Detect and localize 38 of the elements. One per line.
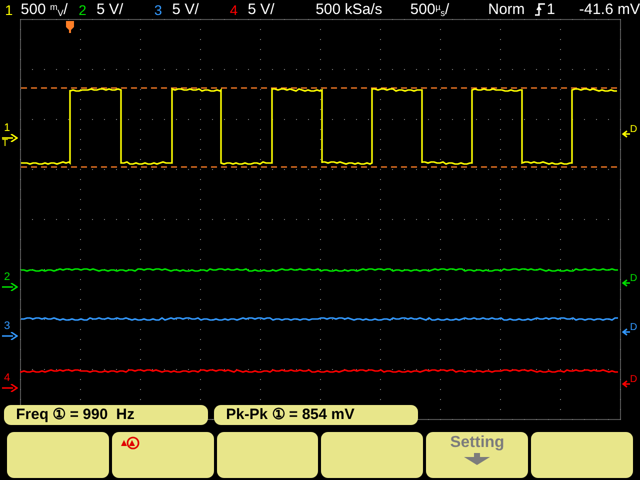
timebase: 500$^{µ}$$_{s}$/	[410, 2, 450, 17]
trigger-source: 1	[546, 2, 556, 17]
channel-number[interactable]: 1	[5, 2, 13, 16]
channel-marker[interactable]: 1	[4, 123, 10, 134]
arrow-right-icon	[2, 384, 18, 392]
sample-rate: 500 kSa/s	[316, 2, 384, 17]
softkey[interactable]	[112, 432, 214, 478]
trigger-level-marker[interactable]: T	[2, 139, 8, 149]
channel-scale: 5 V/	[248, 2, 276, 17]
coupling-label: D	[630, 375, 638, 385]
measurement-readout: Freq ① = 990 Hz	[4, 405, 208, 425]
channel-number[interactable]: 4	[230, 2, 238, 16]
coupling-label: D	[630, 323, 638, 333]
arrow-left-icon	[622, 279, 630, 287]
channel-marker[interactable]: 2	[4, 272, 10, 283]
arrow-right-icon	[2, 283, 18, 291]
channel-marker[interactable]: 3	[4, 321, 10, 332]
coupling-label: D	[630, 125, 638, 135]
channel-marker[interactable]: 4	[4, 373, 10, 384]
trigger-level-reading: -41.6 mV	[579, 2, 640, 17]
channel-scale: 500 $^{m}$$_{V}$/	[20, 2, 69, 17]
channel-scale: 5 V/	[96, 2, 124, 17]
trigger-position-icon[interactable]	[66, 21, 74, 33]
auto-scale-icon	[120, 436, 140, 450]
arrow-down-icon	[464, 453, 490, 465]
arrow-right-icon	[2, 332, 18, 340]
arrow-left-icon	[622, 130, 630, 138]
channel-number[interactable]: 2	[78, 2, 86, 16]
measurement-readout: Pk-Pk ① = 854 mV	[214, 405, 418, 425]
arrow-left-icon	[622, 380, 630, 388]
arrow-left-icon	[622, 328, 630, 336]
cursor-line[interactable]	[21, 166, 620, 168]
channel-number[interactable]: 3	[154, 2, 162, 16]
rising-edge-icon	[534, 3, 545, 16]
channel-scale: 5 V/	[172, 2, 200, 17]
coupling-label: D	[630, 274, 638, 284]
trigger-mode: Norm	[488, 2, 525, 17]
cursor-line[interactable]	[21, 87, 620, 89]
